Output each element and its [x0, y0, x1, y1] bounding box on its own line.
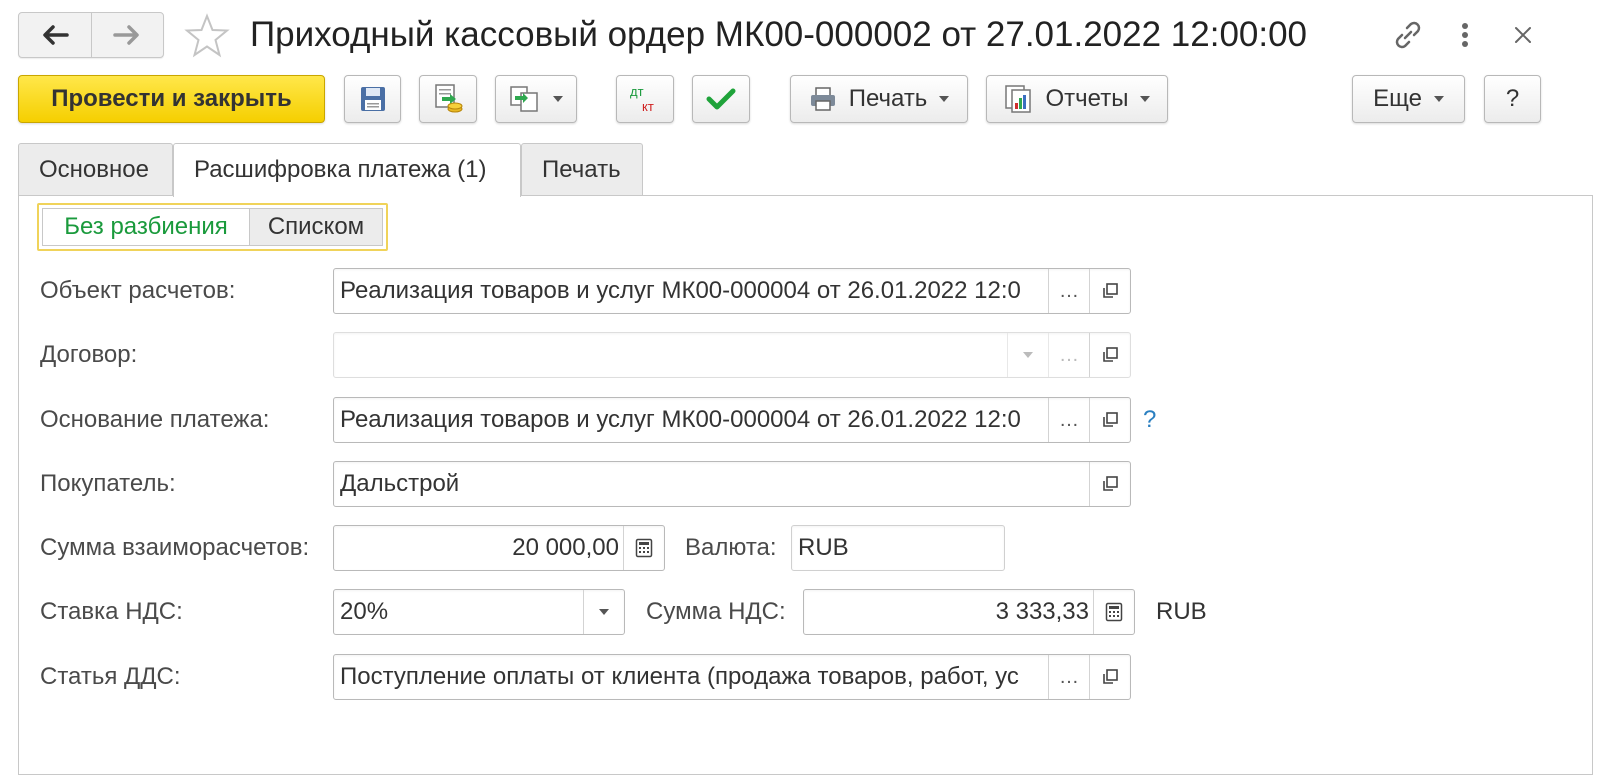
- calculator-icon: [635, 538, 653, 558]
- open-window-icon: [1103, 347, 1118, 362]
- settlement-object-value[interactable]: Реализация товаров и услуг МК00-000004 о…: [334, 269, 1048, 313]
- currency-value[interactable]: RUB: [792, 526, 1004, 570]
- contract-label: Договор:: [40, 341, 138, 368]
- vat-amount-field[interactable]: 3 333,33: [803, 589, 1135, 635]
- payment-basis-field[interactable]: Реализация товаров и услуг МК00-000004 о…: [333, 397, 1131, 443]
- chevron-down-icon: [1140, 96, 1151, 102]
- post-and-close-label: Провести и закрыть: [51, 85, 292, 112]
- open-button[interactable]: [1089, 462, 1130, 506]
- contract-field[interactable]: …: [333, 332, 1131, 378]
- print-button[interactable]: Печать: [790, 75, 968, 123]
- vertical-dots-icon: [1462, 23, 1468, 47]
- calculator-icon: [1105, 602, 1123, 622]
- open-button[interactable]: [1089, 269, 1130, 313]
- dropdown-button[interactable]: [1007, 333, 1048, 377]
- forward-button[interactable]: [90, 13, 164, 57]
- settlement-object-label: Объект расчетов:: [40, 277, 236, 304]
- star-icon: [184, 13, 230, 58]
- buyer-label: Покупатель:: [40, 470, 176, 497]
- payment-basis-label: Основание платежа:: [40, 406, 270, 433]
- close-icon: [1515, 27, 1531, 43]
- select-button[interactable]: …: [1048, 398, 1089, 442]
- dt-kt-icon: дт кт: [630, 84, 654, 114]
- calculator-button[interactable]: [623, 526, 664, 570]
- favorite-star-button[interactable]: [184, 13, 230, 64]
- open-button[interactable]: [1089, 333, 1130, 377]
- link-button[interactable]: [1388, 17, 1428, 53]
- save-button[interactable]: [344, 75, 401, 123]
- chevron-down-icon: [553, 96, 563, 102]
- tab-main[interactable]: Основное: [18, 143, 173, 196]
- close-button[interactable]: [1505, 17, 1541, 53]
- reports-label: Отчеты: [1045, 85, 1129, 112]
- tab-payment-breakdown[interactable]: Расшифровка платежа (1): [173, 143, 521, 197]
- payment-basis-value[interactable]: Реализация товаров и услуг МК00-000004 о…: [334, 398, 1048, 442]
- buyer-field[interactable]: Дальстрой: [333, 461, 1131, 507]
- calculator-button[interactable]: [1093, 590, 1134, 634]
- create-based-on-icon: [510, 86, 538, 112]
- floppy-disk-icon: [360, 87, 385, 111]
- settlement-object-field[interactable]: Реализация товаров и услуг МК00-000004 о…: [333, 268, 1131, 314]
- vat-rate-value[interactable]: 20%: [334, 590, 583, 634]
- buyer-value[interactable]: Дальстрой: [334, 462, 1089, 506]
- dt-kt-button[interactable]: дт кт: [616, 75, 674, 123]
- link-icon: [1395, 21, 1421, 49]
- dt-label: дт: [630, 84, 644, 99]
- arrow-left-icon: [43, 25, 69, 45]
- back-button[interactable]: [19, 13, 91, 57]
- chevron-down-icon: [1433, 96, 1444, 102]
- window-title: Приходный кассовый ордер МК00-000002 от …: [250, 15, 1308, 54]
- contract-value[interactable]: [334, 333, 1007, 377]
- vat-rate-field[interactable]: 20%: [333, 589, 625, 635]
- chevron-down-icon: [1023, 352, 1033, 358]
- more-actions-button[interactable]: [1450, 17, 1480, 53]
- vat-rate-label: Ставка НДС:: [40, 598, 183, 625]
- post-button[interactable]: [419, 75, 477, 123]
- select-button[interactable]: …: [1048, 269, 1089, 313]
- split-mode-switch: Без разбиения Списком: [37, 203, 388, 251]
- print-label: Печать: [848, 85, 928, 112]
- arrow-right-icon: [113, 25, 139, 45]
- currency-label: Валюта:: [685, 534, 777, 561]
- checkmark-icon: [706, 88, 736, 110]
- dropdown-button[interactable]: [583, 590, 624, 634]
- tab-print[interactable]: Печать: [521, 143, 643, 196]
- help-button[interactable]: ?: [1484, 75, 1541, 123]
- open-window-icon: [1103, 283, 1118, 298]
- open-window-icon: [1103, 669, 1118, 684]
- check-button[interactable]: [692, 75, 750, 123]
- select-button[interactable]: …: [1048, 333, 1089, 377]
- currency-field[interactable]: RUB: [791, 525, 1005, 571]
- printer-icon: [810, 87, 835, 111]
- chevron-down-icon: [599, 609, 609, 615]
- more-menu-button[interactable]: Еще: [1352, 75, 1465, 123]
- navigation-buttons: [18, 12, 164, 58]
- switch-option-list[interactable]: Списком: [250, 208, 383, 246]
- open-button[interactable]: [1089, 398, 1130, 442]
- cash-flow-item-field[interactable]: Поступление оплаты от клиента (продажа т…: [333, 654, 1131, 700]
- reports-icon: [1004, 85, 1031, 113]
- open-button[interactable]: [1089, 655, 1130, 699]
- settlement-amount-field[interactable]: 20 000,00: [333, 525, 665, 571]
- select-button[interactable]: …: [1048, 655, 1089, 699]
- open-window-icon: [1103, 412, 1118, 427]
- chevron-down-icon: [939, 96, 950, 102]
- create-based-on-button[interactable]: [495, 75, 577, 123]
- cash-flow-item-label: Статья ДДС:: [40, 663, 181, 690]
- open-window-icon: [1103, 476, 1118, 491]
- help-label: ?: [1505, 85, 1520, 112]
- payment-basis-help-link[interactable]: ?: [1143, 397, 1156, 443]
- vat-amount-value[interactable]: 3 333,33: [804, 590, 1093, 634]
- settlement-amount-label: Сумма взаиморасчетов:: [40, 534, 310, 561]
- cash-flow-item-value[interactable]: Поступление оплаты от клиента (продажа т…: [334, 655, 1048, 699]
- switch-option-no-split[interactable]: Без разбиения: [42, 208, 250, 246]
- vat-amount-currency: RUB: [1156, 598, 1207, 625]
- more-label: Еще: [1373, 85, 1422, 112]
- vat-amount-label: Сумма НДС:: [646, 598, 786, 625]
- post-and-close-button[interactable]: Провести и закрыть: [18, 75, 325, 123]
- post-document-icon: [435, 84, 463, 113]
- settlement-amount-value[interactable]: 20 000,00: [334, 526, 623, 570]
- reports-button[interactable]: Отчеты: [986, 75, 1168, 123]
- kt-label: кт: [642, 99, 654, 114]
